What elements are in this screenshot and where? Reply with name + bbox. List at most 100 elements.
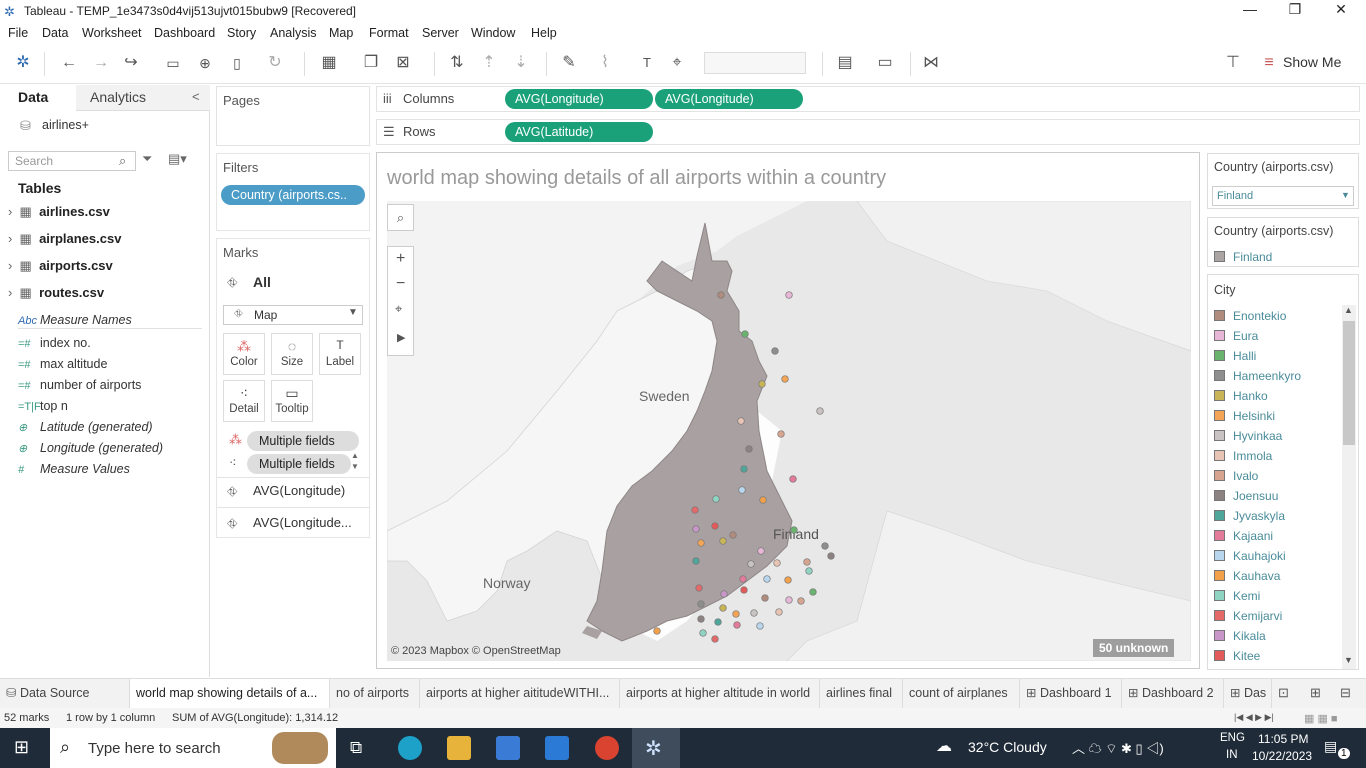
replay-icon[interactable]: ↪ (120, 52, 142, 74)
clock-date[interactable]: 10/22/2023 (1252, 749, 1312, 763)
new-worksheet-tab-icon[interactable]: ⊡ (1278, 685, 1289, 701)
table-airplanes[interactable]: › ▦ airplanes.csv (8, 231, 121, 247)
sheet-nav-first-icon[interactable]: |◀ ◀ ▶ ▶| (1234, 712, 1274, 723)
marks-all[interactable]: All (253, 274, 271, 290)
airport-mark[interactable] (790, 526, 798, 534)
legend-item-city[interactable]: Hanko (1214, 389, 1268, 403)
group-icon[interactable]: ⌇ (594, 52, 616, 74)
airport-mark[interactable] (697, 615, 705, 623)
tab-data-source[interactable]: ⛁ Data Source (0, 679, 130, 708)
menu-dashboard[interactable]: Dashboard (154, 26, 215, 40)
airport-mark[interactable] (785, 291, 793, 299)
airport-mark[interactable] (747, 560, 755, 568)
label-button[interactable]: T Label (319, 333, 361, 375)
legend-item-city[interactable]: Eura (1214, 329, 1258, 343)
menu-analysis[interactable]: Analysis (270, 26, 317, 40)
columns-pill-avg-longitude[interactable]: AVG(Longitude) (505, 89, 653, 109)
redo-icon[interactable]: → (90, 52, 112, 74)
field-longitude-generated[interactable]: ⊕ Longitude (generated) (18, 441, 163, 455)
airport-mark[interactable] (741, 330, 749, 338)
map-view[interactable]: Sweden Finland Norway ⌕ + − ⌖ ▶ © 2023 M… (387, 201, 1191, 661)
tray-icons[interactable]: ︿ ☁ ⌔ ✱ ▯ ◁) (1072, 738, 1164, 757)
filter-icon[interactable]: ⏷ (142, 151, 152, 167)
menu-data[interactable]: Data (42, 26, 68, 40)
file-explorer-icon[interactable] (447, 736, 471, 760)
airport-mark[interactable] (789, 475, 797, 483)
duplicate-icon[interactable]: ❐ (360, 52, 382, 74)
search-input[interactable]: Search ⌕ (8, 151, 136, 171)
airport-mark[interactable] (712, 495, 720, 503)
fit-dropdown[interactable] (704, 52, 806, 74)
marks-layer-avg-longitude[interactable]: AVG(Longitude) (253, 483, 345, 498)
color-pill-multiple-fields[interactable]: Multiple fields (247, 431, 359, 451)
presentation-mode-icon[interactable]: ▭ (874, 52, 896, 74)
region-indicator[interactable]: IN (1226, 749, 1238, 761)
map-search-icon[interactable]: ⌕ (387, 204, 414, 231)
marks-layer-avg-longitude-2[interactable]: AVG(Longitude... (253, 515, 352, 530)
tab-airports-higher-altitude-world[interactable]: airports at higher altitude in world (620, 679, 820, 708)
airport-mark[interactable] (699, 629, 707, 637)
legend-item-city[interactable]: Hyvinkaa (1214, 429, 1282, 443)
airport-mark[interactable] (809, 588, 817, 596)
filters-shelf[interactable]: Filters Country (airports.cs.. (216, 153, 370, 231)
airport-mark[interactable] (692, 525, 700, 533)
airport-mark[interactable] (756, 622, 764, 630)
legend-item-city[interactable]: Enontekio (1214, 309, 1286, 323)
detail-button[interactable]: ⁖ Detail (223, 380, 265, 422)
columns-shelf[interactable]: iii Columns AVG(Longitude) AVG(Longitude… (376, 86, 1360, 112)
mail-icon[interactable] (545, 736, 569, 760)
show-me-button[interactable]: Show Me (1283, 54, 1341, 70)
legend-item-city[interactable]: Kauhajoki (1214, 549, 1286, 563)
legend-item-city[interactable]: Kikala (1214, 629, 1266, 643)
airport-mark[interactable] (733, 621, 741, 629)
legend-item-city[interactable]: Kemijarvi (1214, 609, 1282, 623)
airport-mark[interactable] (729, 531, 737, 539)
airport-mark[interactable] (719, 604, 727, 612)
restore-button[interactable]: ❐ (1275, 1, 1315, 18)
sort-descending-icon[interactable]: ⇣ (510, 52, 532, 74)
field-latitude-generated[interactable]: ⊕ Latitude (generated) (18, 420, 153, 434)
store-icon[interactable] (496, 736, 520, 760)
airport-mark[interactable] (740, 465, 748, 473)
tab-dashboard-1[interactable]: ⊞ Dashboard 1 (1020, 679, 1122, 708)
clock-time[interactable]: 11:05 PM (1258, 732, 1308, 746)
airport-mark[interactable] (803, 558, 811, 566)
airport-mark[interactable] (732, 610, 740, 618)
field-index-no[interactable]: =# index no. (18, 336, 91, 350)
airport-mark[interactable] (775, 608, 783, 616)
zoom-in-icon[interactable]: + (396, 250, 405, 268)
airport-mark[interactable] (761, 594, 769, 602)
pin-map-icon[interactable]: ⌖ (395, 301, 402, 317)
refresh-icon[interactable]: ↻ (264, 52, 286, 74)
legend-scrollbar[interactable]: ▲ ▼ (1342, 305, 1356, 669)
table-routes[interactable]: › ▦ routes.csv (8, 285, 104, 301)
minimize-button[interactable]: — (1230, 1, 1270, 17)
tab-analytics[interactable]: Analytics (90, 89, 146, 105)
tab-no-of-airports[interactable]: no of airports (330, 679, 420, 708)
airport-mark[interactable] (653, 627, 661, 635)
airport-mark[interactable] (781, 375, 789, 383)
legend-item-city[interactable]: Kajaani (1214, 529, 1273, 543)
airport-mark[interactable] (691, 506, 699, 514)
country-filter-dropdown[interactable]: Finland ▼ (1212, 186, 1354, 206)
taskbar-search-box[interactable]: ⌕ Type here to search (50, 728, 336, 768)
airport-mark[interactable] (797, 597, 805, 605)
airport-mark[interactable] (738, 486, 746, 494)
airport-mark[interactable] (784, 576, 792, 584)
airport-mark[interactable] (720, 590, 728, 598)
language-indicator[interactable]: ENG (1220, 732, 1245, 744)
airport-mark[interactable] (758, 380, 766, 388)
zoom-out-icon[interactable]: − (396, 275, 405, 293)
menu-server[interactable]: Server (422, 26, 459, 40)
field-measure-names[interactable]: Abc Measure Names (18, 313, 132, 327)
menu-file[interactable]: File (8, 26, 28, 40)
tableau-home-icon[interactable]: ✲ (12, 52, 34, 74)
airport-mark[interactable] (750, 609, 758, 617)
weather-text[interactable]: 32°C Cloudy (968, 739, 1047, 755)
legend-item-city[interactable]: Kauhava (1214, 569, 1280, 583)
size-button[interactable]: ◌ Size (271, 333, 313, 375)
windows-start-icon[interactable]: ⊞ (14, 737, 29, 758)
tab-airports-higher-altitude-within[interactable]: airports at higher aititudeWITHI... (420, 679, 620, 708)
menu-map[interactable]: Map (329, 26, 353, 40)
airport-mark[interactable] (692, 557, 700, 565)
